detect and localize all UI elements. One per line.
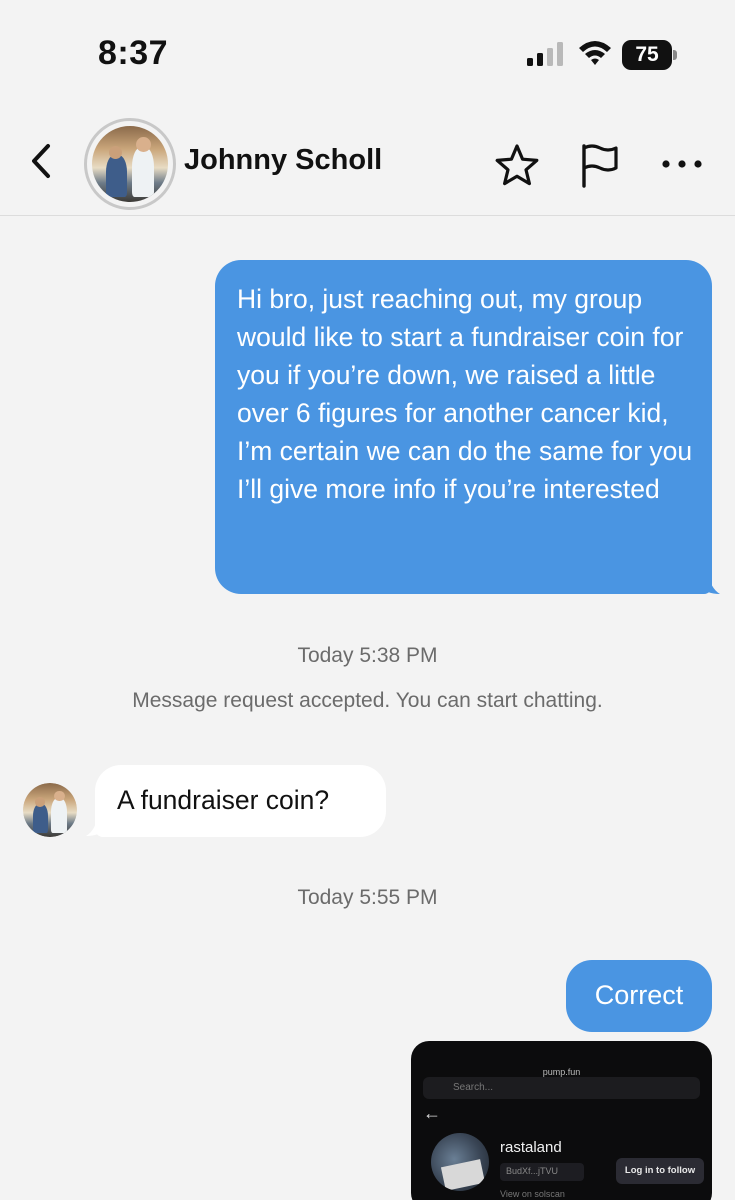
chevron-left-icon[interactable] <box>22 136 62 186</box>
status-time: 8:37 <box>98 34 169 72</box>
bubble-tail <box>700 572 720 594</box>
image-attachment[interactable]: pump.fun Search... ← rastaland BudXf...j… <box>411 1041 712 1200</box>
chat-header: Johnny Scholl <box>0 108 735 216</box>
sign-image <box>440 1159 486 1191</box>
incoming-message-bubble[interactable]: A fundraiser coin? <box>95 765 386 837</box>
outgoing-message-bubble[interactable]: Hi bro, just reaching out, my group woul… <box>215 260 712 594</box>
chat-screen: 8:37 75 Johnny Scholl Hi bro, just reach… <box>0 0 735 1200</box>
timestamp: Today 5:55 PM <box>297 886 438 909</box>
arrow-left-icon: ← <box>423 1103 441 1123</box>
battery-nub <box>673 50 677 60</box>
flag-icon[interactable] <box>578 142 622 188</box>
signal-bars-icon <box>527 42 563 66</box>
attachment-solscan-link: View on solscan <box>500 1189 565 1199</box>
sender-avatar[interactable] <box>23 783 77 837</box>
battery-level: 75 <box>622 40 672 70</box>
avatar-photo <box>23 783 77 837</box>
avatar-photo <box>92 126 168 202</box>
timestamp: Today 5:38 PM <box>297 644 438 667</box>
attachment-profile-avatar <box>431 1133 489 1191</box>
contact-name[interactable]: Johnny Scholl <box>184 144 382 177</box>
attachment-follow-button: Log in to follow <box>616 1158 704 1184</box>
attachment-url: pump.fun <box>542 1067 581 1077</box>
attachment-search: Search... <box>423 1077 700 1099</box>
wifi-icon <box>579 41 611 65</box>
contact-avatar[interactable] <box>84 118 176 210</box>
system-note: Message request accepted. You can start … <box>132 689 603 712</box>
outgoing-message-bubble[interactable]: Correct <box>566 960 712 1032</box>
attachment-profile-name: rastaland <box>500 1139 562 1156</box>
status-bar: 8:37 75 <box>0 0 735 108</box>
more-horizontal-icon[interactable] <box>660 154 704 174</box>
battery-indicator: 75 <box>622 40 678 70</box>
star-icon[interactable] <box>494 142 540 188</box>
attachment-address: BudXf...jTVU <box>500 1163 584 1181</box>
